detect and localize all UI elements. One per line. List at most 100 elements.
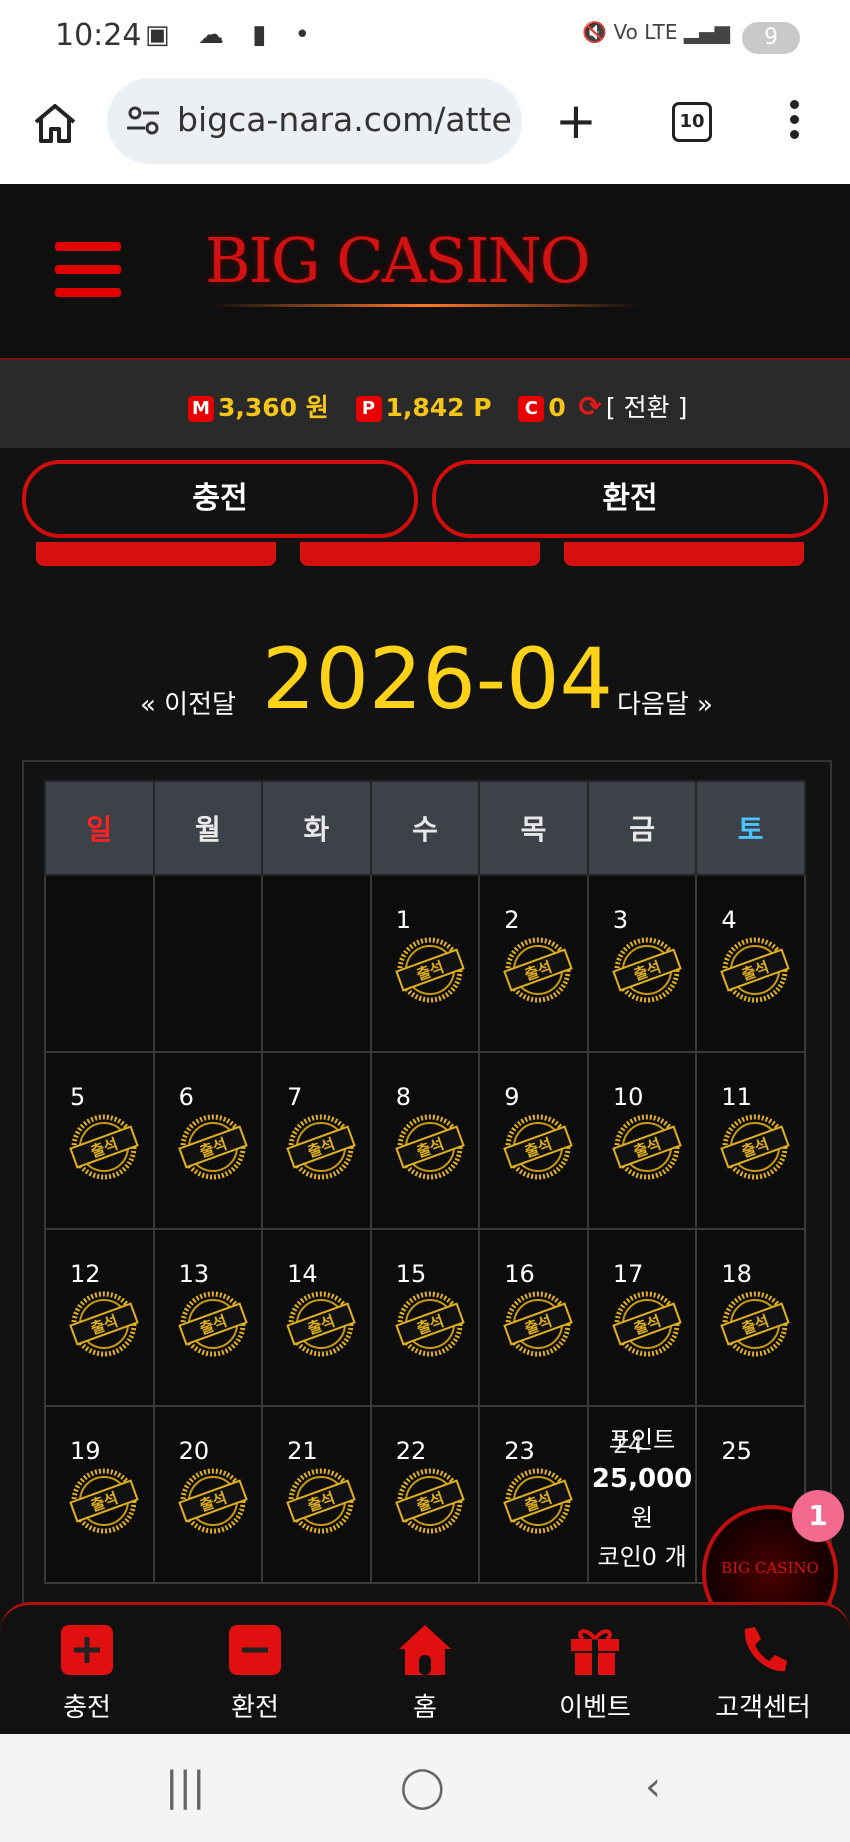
svg-text:출석: 출석 xyxy=(414,1489,446,1515)
day-number: 22 xyxy=(395,1437,427,1465)
calendar-day-cell: 3 출석 xyxy=(586,874,698,1053)
day-number: 19 xyxy=(70,1437,101,1465)
back-icon[interactable]: ‹ xyxy=(645,1764,661,1810)
calendar-day-cell: 17 출석 xyxy=(586,1228,698,1407)
balance-bar: M 3,360 원 P 1,842 P C0 ⟳[ 전환 ] xyxy=(0,360,850,448)
weekday-sat: 토 xyxy=(695,780,806,876)
floating-logo-text: BIG CASINO xyxy=(721,1559,819,1577)
calendar-day-cell: 10 출석 xyxy=(586,1051,698,1230)
weekday-fri: 금 xyxy=(586,780,698,876)
calendar-day-cell: 8 출석 xyxy=(369,1051,481,1230)
convert-link[interactable]: [ 전환 ] xyxy=(606,393,687,422)
tab-switcher-button[interactable]: 10 xyxy=(672,102,712,142)
attendance-stamp-icon: 출석 xyxy=(503,937,574,1003)
calendar-day-cell: 11 출석 xyxy=(695,1051,806,1230)
calendar-week-row: 1 출석 2 출석 3 출석 4 출석 xyxy=(44,874,806,1053)
new-tab-icon[interactable]: + xyxy=(555,96,597,146)
nav-support[interactable]: 고객센터 xyxy=(698,1623,828,1724)
attendance-stamp-icon: 출석 xyxy=(177,1468,248,1534)
calendar-day-cell: 9 출석 xyxy=(478,1051,589,1230)
day-number: 15 xyxy=(395,1260,427,1288)
nav-exchange[interactable]: 환전 xyxy=(190,1623,320,1724)
attendance-stamp-icon: 출석 xyxy=(69,1291,139,1357)
weekday-sun: 일 xyxy=(44,780,155,876)
sub-tab-2[interactable] xyxy=(300,542,540,566)
attendance-stamp-icon: 출석 xyxy=(394,1114,465,1180)
menu-icon[interactable] xyxy=(55,242,121,300)
next-month-link[interactable]: 다음달 » xyxy=(617,684,713,721)
attendance-stamp-icon: 출석 xyxy=(720,1291,791,1357)
address-bar[interactable]: bigca-nara.com/atte xyxy=(107,78,522,164)
svg-text:출석: 출석 xyxy=(523,1312,555,1338)
calendar-empty-cell xyxy=(44,874,155,1053)
calendar-day-cell: 18 출석 xyxy=(695,1228,806,1407)
svg-text:출석: 출석 xyxy=(523,1489,555,1515)
money-badge: M xyxy=(188,396,214,422)
site-logo[interactable]: BIG CASINO xyxy=(205,224,591,297)
svg-text:출석: 출석 xyxy=(197,1135,229,1161)
calendar-day-cell: 4 출석 xyxy=(695,874,806,1053)
status-left-icons: ▣ ☁ ▮ • xyxy=(145,20,321,50)
attendance-calendar: 일 월 화 수 목 금 토 1 출석 2 출석 3 출석 4 출석 5 출석 6 출석 7 출석 8 출석 9 출… xyxy=(44,780,806,1584)
day-number: 18 xyxy=(721,1260,752,1288)
reward-amount: 25,000 xyxy=(591,1464,693,1494)
battery-icon: 9 xyxy=(742,22,800,54)
calendar-day-cell: 5 출석 xyxy=(44,1051,155,1230)
svg-text:출석: 출석 xyxy=(197,1489,229,1515)
point-balance: 1,842 P xyxy=(385,393,492,422)
svg-text:출석: 출석 xyxy=(88,1489,120,1515)
attendance-stamp-icon: 출석 xyxy=(286,1468,356,1534)
charge-button[interactable]: 충전 xyxy=(22,460,418,538)
svg-text:출석: 출석 xyxy=(305,1489,337,1515)
weekday-mon: 월 xyxy=(152,780,264,876)
weekday-wed: 수 xyxy=(369,780,481,876)
attendance-stamp-icon: 출석 xyxy=(720,1114,791,1180)
exchange-button[interactable]: 환전 xyxy=(432,460,828,538)
url-text: bigca-nara.com/atte xyxy=(177,100,512,139)
calendar-week-row: 12 출석 13 출석 14 출석 15 출석 16 출석 17 출석 18 출석 xyxy=(44,1228,806,1407)
calendar-day-cell: 23 출석 xyxy=(478,1405,589,1584)
site-settings-icon[interactable] xyxy=(123,100,163,140)
day-number: 12 xyxy=(70,1260,101,1288)
day-number: 9 xyxy=(504,1083,520,1111)
svg-text:출석: 출석 xyxy=(523,958,555,984)
day-number: 13 xyxy=(178,1260,210,1288)
day-number: 24 xyxy=(612,1431,644,1459)
calendar-day-cell: 2 출석 xyxy=(478,874,589,1053)
svg-text:출석: 출석 xyxy=(631,958,663,984)
nav-home[interactable]: 홈 xyxy=(360,1623,490,1724)
nav-event-label: 이벤트 xyxy=(559,1693,631,1723)
browser-home-icon[interactable] xyxy=(30,98,80,148)
day-number: 23 xyxy=(504,1437,535,1465)
attendance-stamp-icon: 출석 xyxy=(503,1468,574,1534)
month-navigation: « 이전달 2026-04 다음달 » xyxy=(0,630,850,730)
month-title: 2026-04 xyxy=(262,630,613,728)
status-time: 10:24 xyxy=(55,18,142,53)
nav-support-label: 고객센터 xyxy=(715,1693,811,1723)
prev-month-link[interactable]: « 이전달 xyxy=(140,684,236,721)
weekday-thu: 목 xyxy=(478,780,589,876)
day-number: 7 xyxy=(287,1083,303,1111)
logo-underline xyxy=(210,304,640,307)
sub-tab-1[interactable] xyxy=(36,542,276,566)
more-menu-icon[interactable] xyxy=(790,100,804,145)
status-bar: 10:24 ▣ ☁ ▮ • 🔇 Vo LTE ▂▄▆ 9 xyxy=(0,0,850,72)
money-balance: 3,360 원 xyxy=(218,393,329,422)
svg-text:출석: 출석 xyxy=(740,1135,772,1161)
sub-tab-3[interactable] xyxy=(564,542,804,566)
reward-coin: 코인0 개 xyxy=(597,1543,687,1571)
recent-apps-icon[interactable]: ||| xyxy=(165,1764,205,1810)
android-home-icon[interactable]: ◯ xyxy=(400,1764,445,1810)
calendar-day-cell: 19 출석 xyxy=(44,1405,155,1584)
day-number: 14 xyxy=(287,1260,318,1288)
attendance-stamp-icon: 출석 xyxy=(177,1114,248,1180)
nav-event[interactable]: 이벤트 xyxy=(530,1623,660,1724)
nav-charge[interactable]: 충전 xyxy=(22,1623,152,1724)
refresh-icon[interactable]: ⟳ xyxy=(578,390,601,423)
day-number: 1 xyxy=(395,906,411,934)
calendar-empty-cell xyxy=(261,874,372,1053)
notification-badge: 1 xyxy=(792,1490,844,1542)
nav-home-label: 홈 xyxy=(413,1693,437,1723)
day-number: 11 xyxy=(721,1083,752,1111)
attendance-stamp-icon: 출석 xyxy=(286,1114,356,1180)
